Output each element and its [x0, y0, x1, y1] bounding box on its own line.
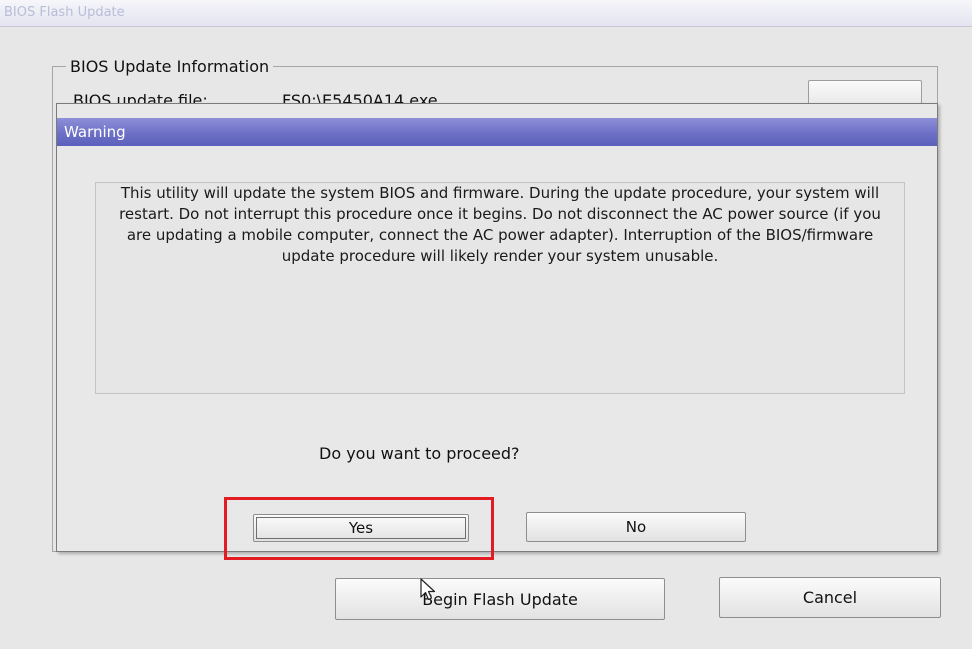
bios-update-info-legend: BIOS Update Information — [66, 57, 274, 76]
proceed-question: Do you want to proceed? — [319, 444, 520, 463]
begin-flash-update-button[interactable]: Begin Flash Update — [335, 578, 665, 620]
window-title: BIOS Flash Update — [4, 5, 125, 20]
warning-dialog-header: Warning — [57, 118, 937, 146]
warning-dialog: Warning This utility will update the sys… — [56, 103, 938, 552]
mouse-pointer-icon — [420, 578, 436, 601]
warning-dialog-title: Warning — [64, 123, 126, 141]
warning-message-box: This utility will update the system BIOS… — [95, 182, 905, 394]
yes-button-highlight — [224, 497, 494, 560]
no-button[interactable]: No — [526, 512, 746, 542]
cancel-button[interactable]: Cancel — [719, 577, 941, 618]
warning-message-text: This utility will update the system BIOS… — [119, 184, 881, 265]
window-title-bar: BIOS Flash Update — [0, 0, 972, 27]
